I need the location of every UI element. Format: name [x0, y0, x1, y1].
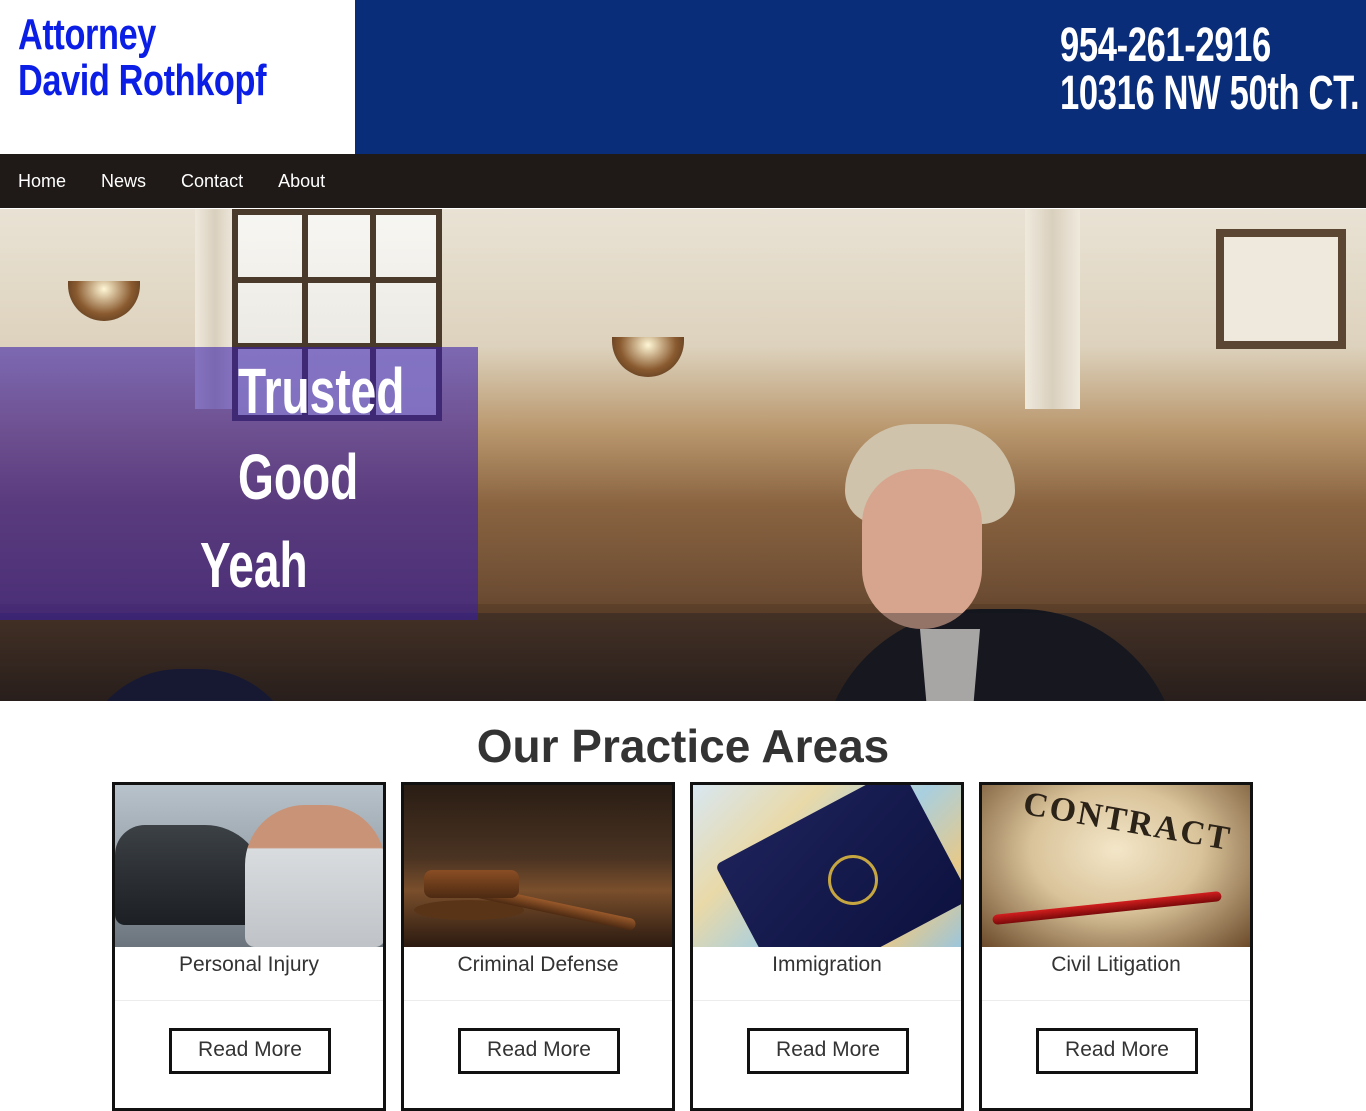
nav-item-about[interactable]: About: [278, 171, 325, 192]
header-contact: 954-261-2916 10316 NW 50th CT.: [1060, 22, 1366, 118]
card-divider: [693, 1000, 961, 1001]
hero-banner: Trusted Good Yeah: [0, 209, 1366, 701]
nav-item-news[interactable]: News: [101, 171, 146, 192]
civil-litigation-image: CONTRACT: [982, 785, 1250, 947]
site-logo[interactable]: Attorney David Rothkopf: [0, 0, 355, 154]
logo-line-2: David Rothkopf: [18, 56, 267, 105]
hero-word-yeah: Yeah: [200, 529, 308, 601]
practice-card-immigration: Immigration Read More: [690, 782, 964, 1111]
phone-number[interactable]: 954-261-2916: [1060, 22, 1280, 70]
practice-card-civil-litigation: CONTRACT Civil Litigation Read More: [979, 782, 1253, 1111]
card-divider: [982, 1000, 1250, 1001]
read-more-button[interactable]: Read More: [747, 1028, 909, 1074]
wall-lamp: [68, 281, 140, 321]
practice-card-personal-injury: Personal Injury Read More: [112, 782, 386, 1111]
nav-item-home[interactable]: Home: [18, 171, 66, 192]
wall-frame: [1216, 229, 1346, 349]
personal-injury-image: [115, 785, 383, 947]
read-more-button[interactable]: Read More: [1036, 1028, 1198, 1074]
barrister-head: [862, 469, 982, 629]
logo-line-1: Attorney: [18, 10, 156, 59]
contract-heading: CONTRACT: [1020, 785, 1235, 859]
hero-word-good: Good: [238, 441, 359, 513]
card-label: Civil Litigation: [1051, 953, 1181, 976]
site-header: Attorney David Rothkopf 954-261-2916 103…: [0, 0, 1366, 154]
read-more-button[interactable]: Read More: [458, 1028, 620, 1074]
card-label: Criminal Defense: [457, 953, 619, 976]
practice-card-criminal-defense: Criminal Defense Read More: [401, 782, 675, 1111]
nav-item-contact[interactable]: Contact: [181, 171, 243, 192]
hero-pillar: [1025, 209, 1080, 409]
address: 10316 NW 50th CT.: [1060, 67, 1360, 120]
read-more-button[interactable]: Read More: [169, 1028, 331, 1074]
hero-shade: [0, 613, 1366, 701]
hero-tagline-box: Trusted Good Yeah: [0, 347, 478, 620]
card-label: Immigration: [772, 953, 882, 976]
card-label: Personal Injury: [178, 953, 320, 976]
card-divider: [404, 1000, 672, 1001]
immigration-image: [693, 785, 961, 947]
criminal-defense-image: [404, 785, 672, 947]
main-nav: Home News Contact About: [0, 154, 1366, 208]
card-divider: [115, 1000, 383, 1001]
wall-lamp: [612, 337, 684, 377]
hero-word-trusted: Trusted: [238, 355, 405, 427]
practice-areas-title: Our Practice Areas: [476, 720, 890, 772]
